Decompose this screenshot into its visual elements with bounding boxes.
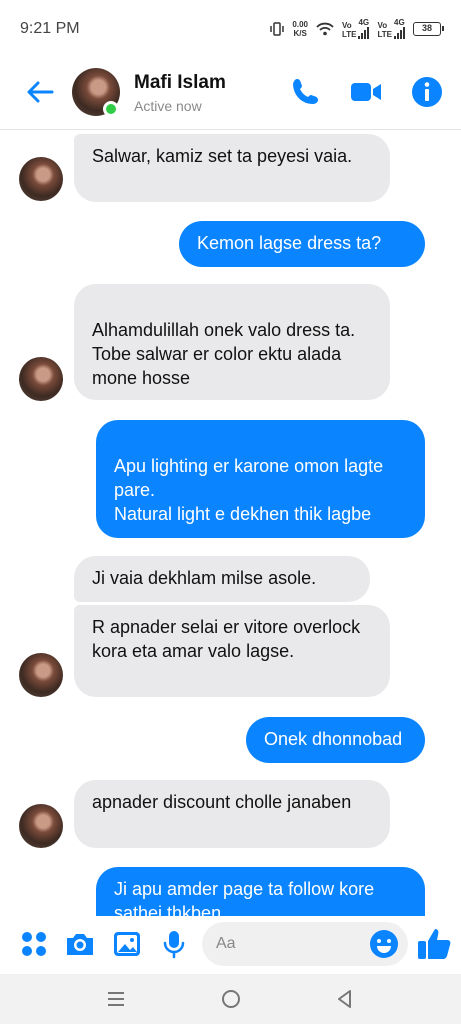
back-icon[interactable] — [333, 987, 357, 1011]
microphone-icon[interactable] — [158, 928, 190, 960]
conversation-header: Mafi Islam Active now — [0, 60, 461, 130]
contact-name[interactable]: Mafi Islam — [134, 72, 226, 94]
message-received[interactable]: Ji vaia dekhlam milse asole. — [74, 556, 370, 602]
message-received[interactable]: Salwar, kamiz set ta peyesi vaia. — [74, 134, 390, 202]
message-sent[interactable]: Kemon lagse dress ta? — [179, 221, 425, 267]
menu-dots-icon[interactable] — [18, 928, 50, 960]
video-call-icon[interactable] — [349, 75, 383, 109]
system-navigation-bar — [0, 974, 461, 1024]
net-speed: 0.00 K/S — [292, 19, 308, 38]
sim2-signal: Vo LTE 4G — [377, 18, 405, 39]
message-sent[interactable]: Onek dhonnobad — [246, 717, 425, 763]
gallery-icon[interactable] — [111, 928, 143, 960]
status-bar: 9:21 PM 0.00 K/S Vo LTE 4G Vo LTE 4G 38 — [0, 0, 461, 60]
active-status-dot — [103, 101, 119, 117]
sender-avatar[interactable] — [19, 653, 63, 697]
status-icons: 0.00 K/S Vo LTE 4G Vo LTE 4G 38 — [270, 18, 444, 39]
message-sent[interactable]: Apu lighting er karone omon lagte pare. … — [96, 420, 425, 538]
thumbs-up-icon[interactable] — [416, 925, 454, 963]
message-input-placeholder: Aa — [216, 935, 236, 952]
contact-status: Active now — [134, 98, 202, 114]
sender-avatar[interactable] — [19, 804, 63, 848]
sim1-signal: Vo LTE 4G — [341, 18, 370, 39]
message-sent[interactable]: Ji apu amder page ta follow kore sathei … — [96, 867, 425, 916]
sender-avatar[interactable] — [19, 357, 63, 401]
wifi-icon — [316, 22, 334, 35]
message-received[interactable]: Alhamdulillah onek valo dress ta. Tobe s… — [74, 284, 390, 400]
status-time: 9:21 PM — [20, 20, 80, 37]
recent-apps-icon[interactable] — [104, 987, 128, 1011]
camera-icon[interactable] — [64, 928, 96, 960]
message-list[interactable]: Salwar, kamiz set ta peyesi vaia. Kemon … — [0, 131, 461, 916]
back-arrow-icon[interactable] — [24, 76, 56, 108]
home-icon[interactable] — [219, 987, 243, 1011]
message-composer: Aa — [0, 916, 461, 974]
info-icon[interactable] — [410, 75, 444, 109]
emoji-icon[interactable] — [368, 928, 400, 960]
vibrate-icon — [270, 21, 285, 36]
message-received[interactable]: apnader discount cholle janaben — [74, 780, 390, 848]
message-received[interactable]: R apnader selai er vitore overlock kora … — [74, 605, 390, 697]
sender-avatar[interactable] — [19, 157, 63, 201]
phone-call-icon[interactable] — [289, 75, 323, 109]
battery-indicator: 38 — [413, 21, 444, 36]
